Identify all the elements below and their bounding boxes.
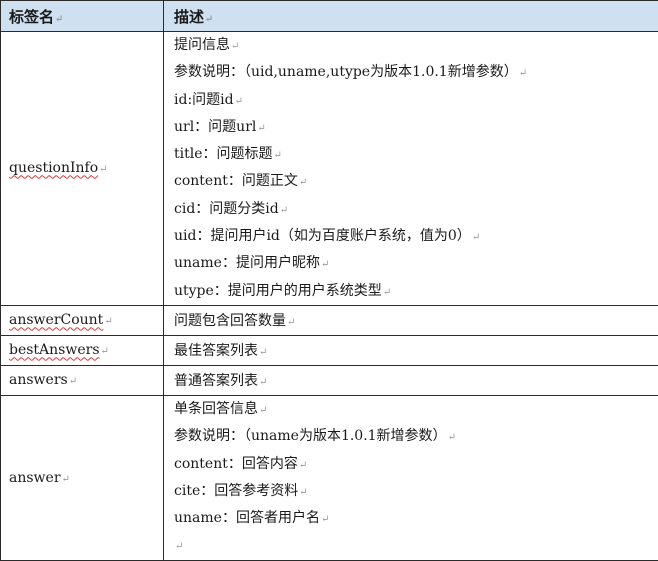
description-cell: 提问信息↵ 参数说明：（uid,uname,utype为版本1.0.1新增参数）… [164,32,658,306]
description-cell: 单条回答信息↵ 参数说明：（uname为版本1.0.1新增参数）↵ conten… [164,395,658,560]
description-line: ↵ [174,532,658,559]
description-line: title：问题标题↵ [174,141,658,168]
table-row: bestAnswers↵ 最佳答案列表↵ [1,335,658,365]
description-line: uid：提问用户id（如为百度账户系统，值为0）↵ [174,223,658,250]
description-line: 参数说明：（uname为版本1.0.1新增参数）↵ [174,423,658,450]
table-row: answerCount↵ 问题包含回答数量↵ [1,305,658,335]
tag-cell: answers↵ [1,365,164,395]
description-line: uname：提问用户昵称↵ [174,250,658,277]
description-line: content：回答内容↵ [174,451,658,478]
description-line: uname：回答者用户名↵ [174,505,658,532]
description-line: utype：提问用户的用户系统类型↵ [174,278,658,305]
description-line: id:问题id↵ [174,87,658,114]
header-row: 标签名↵ 描述↵ [1,1,658,32]
description-line: 单条回答信息↵ [174,396,658,423]
description-line: content：问题正文↵ [174,168,658,195]
header-description: 描述↵ [164,1,658,32]
description-line: cid：问题分类id↵ [174,196,658,223]
tag-cell: answerCount↵ [1,305,164,335]
description-line: cite：回答参考资料↵ [174,478,658,505]
tag-cell: questionInfo↵ [1,32,164,306]
header-tag-name: 标签名↵ [1,1,164,32]
description-line: 提问信息↵ [174,32,658,59]
description-line: url：问题url↵ [174,114,658,141]
description-cell: 问题包含回答数量↵ [164,305,658,335]
table-row: answer↵ 单条回答信息↵ 参数说明：（uname为版本1.0.1新增参数）… [1,395,658,560]
tag-cell: bestAnswers↵ [1,335,164,365]
description-cell: 最佳答案列表↵ [164,335,658,365]
table-row: questionInfo↵ 提问信息↵ 参数说明：（uid,uname,utyp… [1,32,658,306]
table-row: answers↵ 普通答案列表↵ [1,365,658,395]
tag-cell: answer↵ [1,395,164,560]
description-line: 参数说明：（uid,uname,utype为版本1.0.1新增参数）↵ [174,59,658,86]
parameter-table: 标签名↵ 描述↵ questionInfo↵ 提问信息↵ 参数说明：（uid,u… [0,0,658,561]
description-cell: 普通答案列表↵ [164,365,658,395]
